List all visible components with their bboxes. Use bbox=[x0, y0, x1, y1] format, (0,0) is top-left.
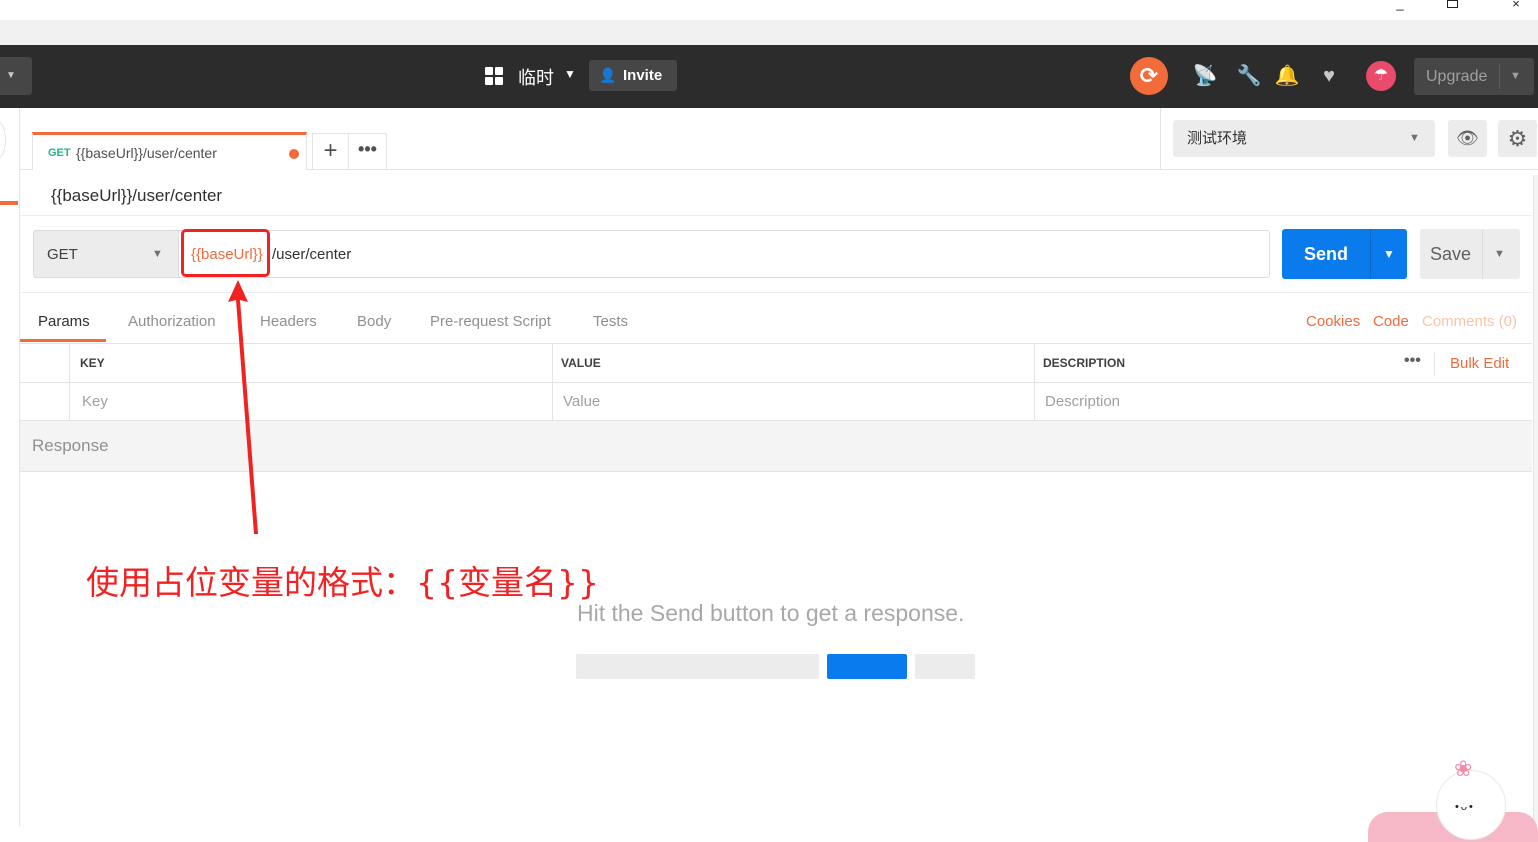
column-divider bbox=[69, 344, 70, 422]
eye-icon[interactable]: 👁 bbox=[1448, 120, 1487, 157]
more-tabs-icon[interactable]: ••• bbox=[349, 133, 387, 170]
upgrade-button[interactable]: Upgrade ▼ bbox=[1414, 58, 1534, 95]
tab-title: {{baseUrl}}/user/center bbox=[76, 145, 217, 161]
description-input[interactable]: Description bbox=[1045, 393, 1120, 410]
window-titlebar: _ × bbox=[0, 0, 1538, 20]
more-options-icon[interactable]: ••• bbox=[1404, 352, 1421, 370]
sidebar-collapsed[interactable] bbox=[0, 108, 20, 826]
upgrade-label: Upgrade bbox=[1426, 68, 1488, 85]
url-path: /user/center bbox=[272, 246, 352, 263]
add-tab-button[interactable]: + bbox=[312, 133, 349, 170]
tab-method-label: GET bbox=[48, 147, 71, 159]
send-divider bbox=[1370, 229, 1371, 279]
response-label: Response bbox=[32, 436, 109, 455]
column-header-value: VALUE bbox=[561, 356, 601, 370]
column-header-description: DESCRIPTION bbox=[1043, 356, 1126, 370]
placeholder-bar bbox=[915, 654, 975, 679]
code-link[interactable]: Code bbox=[1373, 313, 1409, 330]
workspace-caret-icon[interactable]: ▼ bbox=[564, 67, 576, 81]
app-header: ▼ 临时 ▼ 👤 Invite ⟳ 📡 🔧 🔔 ♥ ☂ Upgrade ▼ bbox=[0, 45, 1538, 108]
avatar[interactable]: ☂ bbox=[1366, 61, 1396, 91]
environment-select[interactable]: 测试环境 ▼ bbox=[1173, 120, 1435, 157]
empty-response-message: Hit the Send button to get a response. bbox=[577, 600, 965, 626]
send-button[interactable]: Send ▼ bbox=[1282, 229, 1407, 279]
tab-tests[interactable]: Tests bbox=[593, 313, 628, 330]
bulk-edit-link[interactable]: Bulk Edit bbox=[1450, 355, 1509, 372]
heart-icon[interactable]: ♥ bbox=[1316, 63, 1342, 89]
sync-icon[interactable]: ⟳ bbox=[1130, 57, 1168, 95]
method-label: GET bbox=[47, 246, 78, 263]
method-select[interactable]: GET ▼ bbox=[33, 230, 179, 278]
divider bbox=[20, 215, 1532, 216]
request-title[interactable]: {{baseUrl}}/user/center bbox=[51, 186, 222, 206]
comments-link[interactable]: Comments (0) bbox=[1422, 313, 1517, 330]
chevron-down-icon: ▼ bbox=[1409, 132, 1420, 144]
url-input[interactable]: {{baseUrl}} /user/center bbox=[179, 230, 1270, 278]
satellite-icon[interactable]: 📡 bbox=[1192, 63, 1218, 89]
column-divider bbox=[1034, 344, 1035, 422]
workspace-name[interactable]: 临时 bbox=[518, 64, 554, 90]
mascot-bow-icon: ❀ bbox=[1454, 756, 1473, 781]
active-tab-underline bbox=[20, 339, 106, 342]
save-divider bbox=[1482, 229, 1483, 279]
upgrade-divider bbox=[1499, 64, 1500, 89]
mascot-face: •ᴗ• bbox=[1455, 801, 1475, 813]
new-dropdown-caret-icon[interactable]: ▼ bbox=[0, 57, 32, 95]
save-button[interactable]: Save ▼ bbox=[1420, 229, 1520, 279]
workspace-grid-icon[interactable] bbox=[485, 67, 503, 85]
placeholder-bar bbox=[576, 654, 819, 679]
chevron-down-icon[interactable]: ▼ bbox=[1510, 58, 1521, 95]
request-tab[interactable]: GET {{baseUrl}}/user/center bbox=[32, 132, 307, 170]
arrow-shape bbox=[228, 280, 258, 534]
scrollbar[interactable] bbox=[1533, 175, 1538, 826]
chevron-down-icon[interactable]: ▼ bbox=[1383, 229, 1395, 279]
invite-button[interactable]: 👤 Invite bbox=[589, 60, 677, 91]
wrench-icon[interactable]: 🔧 bbox=[1236, 63, 1262, 89]
annotation-text: 使用占位变量的格式：{{变量名}} bbox=[86, 563, 599, 602]
unsaved-dot-icon[interactable] bbox=[289, 149, 299, 159]
environment-bar: 测试环境 ▼ 👁 ⚙ bbox=[1160, 108, 1538, 170]
menu-bar bbox=[0, 20, 1538, 45]
column-header-key: KEY bbox=[80, 356, 105, 370]
gear-icon[interactable]: ⚙ bbox=[1498, 120, 1537, 157]
chevron-down-icon[interactable]: ▼ bbox=[1494, 229, 1505, 279]
value-input[interactable]: Value bbox=[563, 393, 600, 410]
tab-pre-request-script[interactable]: Pre-request Script bbox=[430, 313, 551, 330]
annotation-arrow bbox=[228, 280, 258, 534]
minimize-icon[interactable]: _ bbox=[1390, 0, 1410, 10]
cookies-link[interactable]: Cookies bbox=[1306, 313, 1360, 330]
key-input[interactable]: Key bbox=[82, 393, 108, 410]
send-label: Send bbox=[1304, 244, 1349, 264]
bell-icon[interactable]: 🔔 bbox=[1274, 63, 1300, 89]
close-icon[interactable]: × bbox=[1506, 0, 1526, 10]
annotation-highlight-box bbox=[181, 229, 270, 277]
maximize-icon[interactable] bbox=[1447, 0, 1458, 8]
save-label: Save bbox=[1430, 244, 1472, 264]
tab-params[interactable]: Params bbox=[38, 313, 90, 330]
header-divider bbox=[1434, 352, 1435, 376]
environment-label: 测试环境 bbox=[1187, 130, 1248, 147]
chevron-down-icon: ▼ bbox=[152, 248, 163, 260]
sidebar-active-marker bbox=[0, 201, 18, 205]
placeholder-bar-accent bbox=[827, 654, 907, 679]
column-divider bbox=[552, 344, 553, 422]
request-tab-bar: GET {{baseUrl}}/user/center + ••• bbox=[20, 108, 1160, 170]
invite-label: Invite bbox=[623, 67, 663, 84]
add-user-icon: 👤 bbox=[599, 67, 617, 83]
tab-body[interactable]: Body bbox=[357, 313, 391, 330]
tab-authorization[interactable]: Authorization bbox=[128, 313, 216, 330]
